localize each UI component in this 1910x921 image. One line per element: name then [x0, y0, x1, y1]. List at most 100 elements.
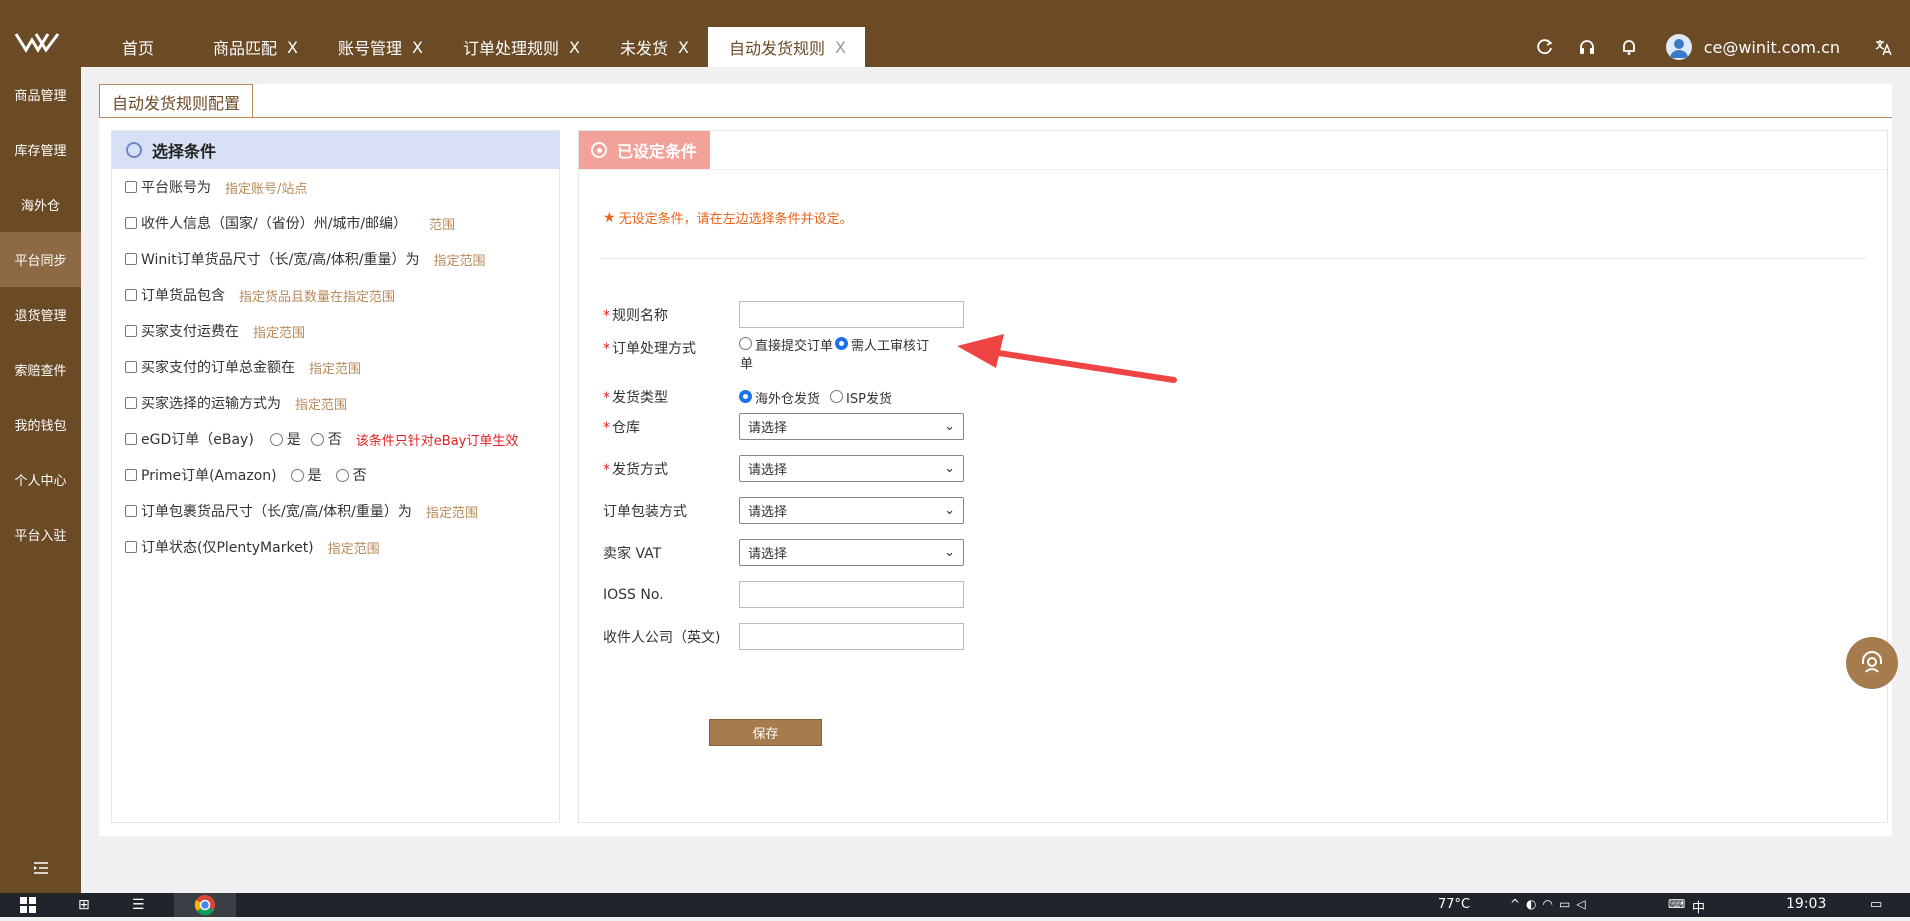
ship-method-select[interactable]: 请选择 ⌄ — [739, 455, 964, 482]
pack-label: 订单包装方式 — [603, 503, 687, 520]
condition-checkbox[interactable] — [125, 181, 137, 193]
support-chat-button[interactable] — [1846, 637, 1898, 689]
radio[interactable] — [739, 337, 752, 350]
notification-icon[interactable]: ▭ — [1870, 897, 1882, 912]
clock-time[interactable]: 19:03 — [1786, 896, 1826, 912]
ship-type-overseas[interactable]: 海外仓发货 — [739, 388, 820, 407]
tray-icons[interactable]: ^◐◠▭◁ — [1510, 897, 1592, 911]
tab-unshipped[interactable]: 未发货 X — [599, 27, 708, 67]
rule-name-input[interactable] — [739, 301, 964, 328]
sidebar-item-returns[interactable]: 退货管理 — [0, 287, 81, 342]
radio[interactable] — [830, 389, 844, 403]
chrome-taskbar-icon[interactable] — [174, 893, 236, 917]
egd-no-option[interactable]: 否 — [310, 429, 342, 449]
sidebar-item-platform-join[interactable]: 平台入驻 — [0, 507, 81, 562]
condition-checkbox[interactable] — [125, 253, 137, 265]
egd-no-radio[interactable] — [310, 432, 324, 446]
prime-yes-radio[interactable] — [290, 468, 304, 482]
condition-link[interactable]: 指定范围 — [309, 358, 361, 377]
condition-checkbox[interactable] — [125, 469, 137, 481]
condition-checkbox[interactable] — [125, 361, 137, 373]
condition-link[interactable]: 范围 — [429, 214, 455, 233]
close-icon[interactable]: X — [569, 38, 580, 57]
tab-order-rules[interactable]: 订单处理规则 X — [442, 27, 599, 67]
tab-auto-ship-rules[interactable]: 自动发货规则 X — [707, 27, 865, 67]
condition-link[interactable]: 指定范围 — [426, 502, 478, 521]
ioss-row: IOSS No. — [603, 581, 964, 608]
condition-checkbox[interactable] — [125, 505, 137, 517]
menu-collapse-icon[interactable] — [0, 861, 81, 879]
os-taskbar: ⊞ ☰ 77°C ^◐◠▭◁ ⌨ 中 19:03 ▭ — [0, 893, 1910, 917]
tab-product-match[interactable]: 商品匹配 X — [192, 27, 317, 67]
prime-no-option[interactable]: 否 — [335, 465, 367, 485]
close-icon[interactable]: X — [678, 38, 689, 57]
radio-selected[interactable] — [835, 337, 849, 350]
annotation-arrow — [957, 334, 1177, 383]
condition-checkbox[interactable] — [125, 397, 137, 409]
label-text: 发货类型 — [612, 390, 668, 406]
sidebar-item-platform-sync[interactable]: 平台同步 — [0, 232, 81, 287]
page-tab[interactable]: 自动发货规则配置 — [99, 84, 254, 118]
sidebar-item-claims[interactable]: 索赔查件 — [0, 342, 81, 397]
sidebar-item-wallet[interactable]: 我的钱包 — [0, 397, 81, 452]
save-button[interactable]: 保存 — [709, 719, 822, 746]
condition-checkbox[interactable] — [125, 217, 137, 229]
prime-yes-option[interactable]: 是 — [290, 465, 322, 485]
pack-select[interactable]: 请选择 ⌄ — [739, 497, 964, 524]
order-method-manual[interactable]: 需人工审核订 — [835, 335, 929, 354]
condition-link[interactable]: 指定范围 — [253, 322, 305, 341]
ioss-input[interactable] — [739, 581, 964, 608]
condition-checkbox[interactable] — [125, 433, 137, 445]
condition-item: 买家选择的运输方式为 指定范围 — [112, 385, 559, 421]
condition-link[interactable]: 指定货品且数量在指定范围 — [239, 286, 395, 305]
company-input[interactable] — [739, 623, 964, 650]
order-method-direct[interactable]: 直接提交订单 — [739, 335, 833, 354]
sidebar-item-inventory[interactable]: 库存管理 — [0, 122, 81, 177]
keyboard-icon[interactable]: ⌨ — [1668, 897, 1685, 911]
ship-method-label: * 发货方式 — [603, 461, 668, 478]
sidebar-item-label: 海外仓 — [20, 199, 60, 214]
user-email[interactable]: ce@winit.com.cn — [1704, 38, 1840, 57]
headset-icon[interactable] — [1576, 36, 1598, 58]
close-icon[interactable]: X — [287, 38, 298, 57]
close-icon[interactable]: X — [412, 38, 423, 57]
windows-start-icon[interactable] — [20, 897, 36, 913]
close-icon[interactable]: X — [835, 38, 846, 57]
refresh-icon[interactable] — [1534, 36, 1556, 58]
avatar[interactable] — [1665, 34, 1692, 60]
condition-link[interactable]: 指定范围 — [328, 538, 380, 557]
condition-link[interactable]: 指定范围 — [434, 250, 486, 269]
sidebar-item-overseas-warehouse[interactable]: 海外仓 — [0, 177, 81, 232]
condition-checkbox[interactable] — [125, 541, 137, 553]
bell-icon[interactable] — [1618, 36, 1640, 58]
condition-link[interactable]: 指定范围 — [295, 394, 347, 413]
vat-select[interactable]: 请选择 ⌄ — [739, 539, 964, 566]
winit-logo[interactable] — [14, 30, 62, 54]
condition-link[interactable]: 指定账号/站点 — [225, 178, 307, 197]
ship-type-isp[interactable]: ISP发货 — [830, 388, 892, 407]
radio-label: 否 — [352, 468, 367, 484]
prime-no-radio[interactable] — [335, 468, 349, 482]
translate-icon[interactable] — [1872, 36, 1894, 58]
sidebar-item-profile[interactable]: 个人中心 — [0, 452, 81, 507]
configured-panel-title: 已设定条件 — [617, 142, 698, 161]
widgets-icon[interactable]: ☰ — [132, 897, 145, 913]
tab-account[interactable]: 账号管理 X — [317, 27, 442, 67]
top-bar: 首页 商品匹配 X 账号管理 X 订单处理规则 X 未发货 X 自动发货规则 X ce@w… — [0, 0, 1910, 67]
configured-panel-header: 已设定条件 — [579, 131, 710, 169]
ship-method-row: * 发货方式 请选择 ⌄ — [603, 455, 964, 482]
condition-label: 订单状态(仅PlentyMarket) — [141, 540, 314, 556]
select-value: 请选择 — [748, 547, 788, 562]
warehouse-select[interactable]: 请选择 ⌄ — [739, 413, 964, 440]
task-view-icon[interactable]: ⊞ — [78, 897, 90, 913]
egd-yes-option[interactable]: 是 — [269, 429, 301, 449]
order-method-row: * 订单处理方式 直接提交订单 需人工审核订 — [603, 335, 947, 358]
tab-home[interactable]: 首页 — [100, 27, 192, 67]
radio-selected[interactable] — [739, 389, 752, 403]
sidebar-item-product[interactable]: 商品管理 — [0, 67, 81, 122]
egd-yes-radio[interactable] — [269, 432, 283, 446]
ime-indicator[interactable]: 中 — [1692, 897, 1705, 916]
condition-checkbox[interactable] — [125, 325, 137, 337]
condition-panel-header: 选择条件 — [112, 131, 559, 169]
condition-checkbox[interactable] — [125, 289, 137, 301]
